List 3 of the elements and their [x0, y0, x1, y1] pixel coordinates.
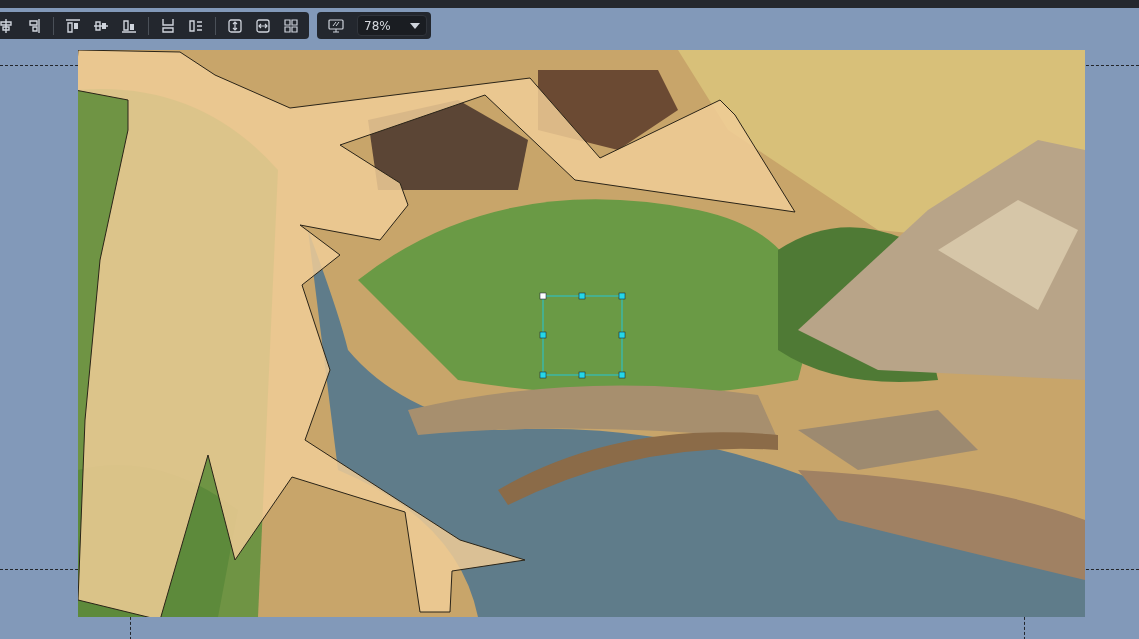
region-polygon[interactable]	[78, 50, 796, 617]
caret-icon	[410, 22, 420, 29]
zoom-dropdown[interactable]: 78%	[357, 15, 427, 36]
